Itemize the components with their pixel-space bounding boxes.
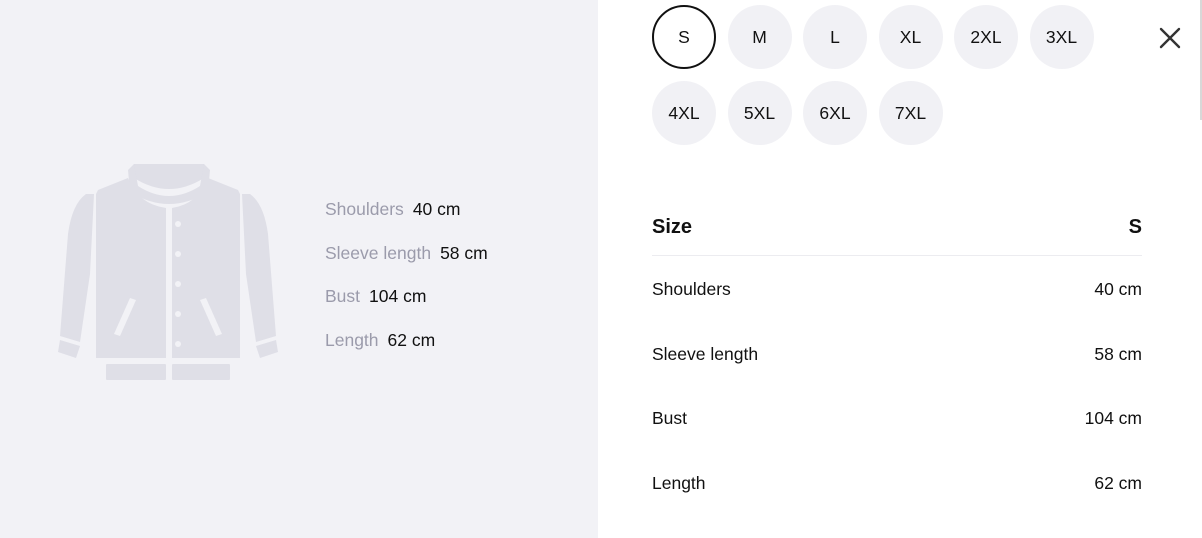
size-option-6xl[interactable]: 6XL — [803, 81, 867, 145]
table-row-sleeve-length: Sleeve length 58 cm — [652, 322, 1142, 387]
table-row-shoulders: Shoulders 40 cm — [652, 257, 1142, 322]
row-value: 40 cm — [1094, 278, 1142, 299]
jacket-icon — [58, 164, 278, 380]
measurement-bust: Bust 104 cm — [325, 286, 427, 306]
row-value: 58 cm — [1094, 343, 1142, 364]
size-option-m[interactable]: M — [727, 5, 792, 69]
measurement-summary: Shoulders 40 cm Sleeve length 58 cm Bust 10… — [325, 198, 488, 372]
row-label: Bust — [652, 408, 688, 429]
measurement-sleeve-length: Sleeve length 58 cm — [325, 242, 488, 263]
size-table: Size S Shoulders 40 cm Sleeve length 58 … — [652, 200, 1142, 516]
size-option-5xl[interactable]: 5XL — [727, 81, 792, 145]
table-row-bust: Bust 104 cm — [652, 386, 1142, 451]
close-icon[interactable] — [1156, 24, 1184, 52]
size-option-4xl[interactable]: 4XL — [652, 81, 716, 145]
table-row-length: Length 62 cm — [652, 451, 1142, 516]
size-header-label: Size — [652, 216, 693, 238]
size-details-panel: S M L XL 2XL 3XL 4XL 5XL 6XL 7XL Size S … — [598, 0, 1202, 538]
size-option-xl[interactable]: XL — [878, 5, 943, 69]
size-option-s[interactable]: S — [652, 5, 716, 69]
size-option-l[interactable]: L — [803, 5, 867, 69]
size-option-3xl[interactable]: 3XL — [1029, 5, 1094, 69]
measurement-shoulders: Shoulders 40 cm — [325, 199, 461, 219]
size-option-7xl[interactable]: 7XL — [878, 81, 943, 145]
row-label: Length — [652, 472, 706, 493]
row-label: Sleeve length — [652, 343, 759, 364]
size-table-header: Size S — [652, 200, 1142, 256]
selected-size-value: S — [1128, 216, 1142, 238]
measurement-length: Length 62 cm — [325, 329, 436, 350]
row-value: 104 cm — [1084, 408, 1142, 429]
row-value: 62 cm — [1094, 472, 1142, 493]
size-option-2xl[interactable]: 2XL — [954, 5, 1018, 69]
row-label: Shoulders — [652, 278, 731, 299]
size-guide-illustration-panel: Shoulders 40 cm Sleeve length 58 cm Bust 10… — [0, 0, 598, 538]
